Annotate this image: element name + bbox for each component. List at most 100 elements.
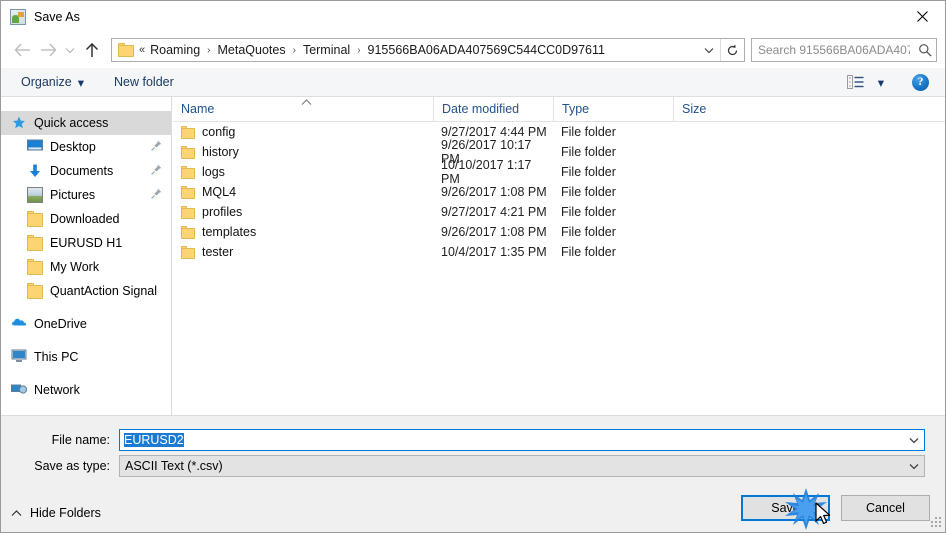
column-header-type[interactable]: Type: [553, 96, 673, 122]
cell-type: File folder: [561, 205, 616, 219]
navigation-bar: « Roaming › MetaQuotes › Terminal › 9155…: [1, 32, 945, 68]
pin-icon[interactable]: [151, 188, 162, 202]
table-row[interactable]: MQL4 9/26/2017 1:08 PM File folder: [173, 182, 945, 202]
sidebar-item-label: My Work: [50, 260, 100, 274]
column-header-date-modified[interactable]: Date modified: [433, 96, 553, 122]
save-as-type-row: Save as type: ASCII Text (*.csv): [1, 455, 945, 477]
sidebar-item-this-pc[interactable]: This PC: [1, 345, 171, 369]
resize-grip-icon[interactable]: [927, 515, 941, 529]
folder-icon: [118, 43, 134, 57]
search-box[interactable]: [751, 38, 937, 62]
sidebar-item-network[interactable]: Network: [1, 378, 171, 402]
cell-type: File folder: [561, 185, 616, 199]
table-row[interactable]: tester 10/4/2017 1:35 PM File folder: [173, 242, 945, 262]
address-bar[interactable]: « Roaming › MetaQuotes › Terminal › 9155…: [111, 38, 745, 62]
pictures-icon: [27, 187, 43, 203]
this-pc-icon: [11, 349, 27, 365]
breadcrumb-sep-2[interactable]: ›: [352, 45, 365, 56]
column-header-size[interactable]: Size: [673, 96, 753, 122]
column-label: Size: [682, 102, 707, 116]
cell-date-modified: 10/4/2017 1:35 PM: [441, 245, 547, 259]
sidebar-item-quick-access[interactable]: Quick access: [1, 111, 171, 135]
breadcrumb-item-3[interactable]: 915566BA06ADA407569C544CC0D97611: [366, 43, 607, 57]
sidebar-item-pictures[interactable]: Pictures: [1, 183, 171, 207]
desktop-icon: [27, 139, 43, 155]
table-row[interactable]: logs 10/10/2017 1:17 PM File folder: [173, 158, 945, 186]
chevron-down-icon: ▾: [77, 75, 85, 90]
breadcrumb-item-2[interactable]: Terminal: [301, 43, 352, 57]
cell-name: config: [173, 125, 433, 139]
sidebar-item-desktop[interactable]: Desktop: [1, 135, 171, 159]
table-row[interactable]: profiles 9/27/2017 4:21 PM File folder: [173, 202, 945, 222]
file-name: profiles: [202, 205, 243, 219]
hide-folders-label: Hide Folders: [30, 506, 101, 520]
new-folder-button[interactable]: New folder: [108, 71, 180, 93]
column-headers: Name Date modified Type Size: [173, 96, 945, 122]
hide-folders-button[interactable]: Hide Folders: [11, 506, 101, 520]
folder-icon: [181, 125, 195, 139]
view-mode-chevron-icon[interactable]: ▾: [872, 71, 890, 93]
chevron-down-icon[interactable]: [698, 43, 720, 57]
save-as-dialog: Save As « Roaming › MetaQuotes › Termina…: [0, 0, 946, 533]
close-icon[interactable]: [899, 1, 945, 32]
title-bar: Save As: [1, 1, 945, 32]
breadcrumb-overflow[interactable]: «: [139, 44, 148, 56]
sort-ascending-icon: [301, 95, 312, 109]
command-bar: Organize ▾ New folder ▾ ?: [1, 68, 945, 97]
help-button[interactable]: ?: [912, 73, 929, 91]
organize-button[interactable]: Organize ▾: [15, 71, 90, 93]
cell-date-modified: 10/10/2017 1:17 PM: [441, 158, 532, 186]
file-name-value[interactable]: EURUSD2: [120, 433, 904, 447]
column-header-name[interactable]: Name: [173, 97, 433, 122]
sidebar-item-my-work[interactable]: My Work: [1, 255, 171, 279]
cell-date-modified: 9/26/2017 1:08 PM: [441, 185, 547, 199]
cancel-button[interactable]: Cancel: [841, 495, 930, 521]
breadcrumb-sep-0[interactable]: ›: [202, 45, 215, 56]
folder-icon: [181, 185, 195, 199]
sidebar-item-eurusd-h1[interactable]: EURUSD H1: [1, 231, 171, 255]
pin-icon[interactable]: [151, 164, 162, 178]
save-as-type-value: ASCII Text (*.csv): [125, 459, 223, 473]
folder-icon: [181, 245, 195, 259]
pin-icon[interactable]: [151, 140, 162, 154]
sidebar-item-downloaded[interactable]: Downloaded: [1, 207, 171, 231]
breadcrumb: « Roaming › MetaQuotes › Terminal › 9155…: [139, 43, 698, 57]
breadcrumb-item-0[interactable]: Roaming: [148, 43, 202, 57]
table-row[interactable]: config 9/27/2017 4:44 PM File folder: [173, 122, 945, 142]
chevron-down-icon[interactable]: [904, 463, 924, 470]
sidebar-item-label: This PC: [34, 350, 79, 364]
file-name: logs: [202, 165, 225, 179]
cell-type: File folder: [561, 245, 616, 259]
table-row[interactable]: templates 9/26/2017 1:08 PM File folder: [173, 222, 945, 242]
search-input[interactable]: [752, 40, 914, 60]
breadcrumb-sep-1[interactable]: ›: [288, 45, 301, 56]
folder-icon: [181, 165, 195, 179]
breadcrumb-item-1[interactable]: MetaQuotes: [216, 43, 288, 57]
table-row[interactable]: history 9/26/2017 10:17 PM File folder: [173, 138, 945, 166]
sidebar-item-documents[interactable]: Documents: [1, 159, 171, 183]
view-mode-icon[interactable]: [846, 75, 864, 89]
organize-label: Organize: [21, 75, 72, 89]
cell-date-modified: 9/26/2017 1:08 PM: [441, 225, 547, 239]
file-name-row: File name: EURUSD2: [1, 429, 945, 451]
sidebar-item-label: Quick access: [34, 116, 109, 130]
forward-arrow-icon[interactable]: [35, 37, 61, 63]
save-button[interactable]: Save: [741, 495, 830, 521]
network-icon: [11, 382, 28, 398]
file-rows: config 9/27/2017 4:44 PM File folder his…: [173, 122, 945, 262]
recent-locations-chevron-icon[interactable]: [61, 37, 79, 63]
search-icon[interactable]: [914, 43, 936, 57]
up-arrow-icon[interactable]: [79, 37, 105, 63]
sidebar-item-quantaction-signal[interactable]: QuantAction Signal: [1, 279, 171, 303]
file-name: history: [202, 145, 239, 159]
chevron-down-icon[interactable]: [904, 437, 924, 444]
back-arrow-icon[interactable]: [9, 37, 35, 63]
sidebar-item-onedrive[interactable]: OneDrive: [1, 312, 171, 336]
star-pin-icon: [11, 115, 27, 131]
new-folder-label: New folder: [114, 75, 174, 89]
file-name-input[interactable]: EURUSD2: [119, 429, 925, 451]
save-as-type-label: Save as type:: [34, 459, 110, 473]
folder-icon: [181, 205, 195, 219]
save-as-type-select[interactable]: ASCII Text (*.csv): [119, 455, 925, 477]
refresh-icon[interactable]: [720, 39, 744, 61]
